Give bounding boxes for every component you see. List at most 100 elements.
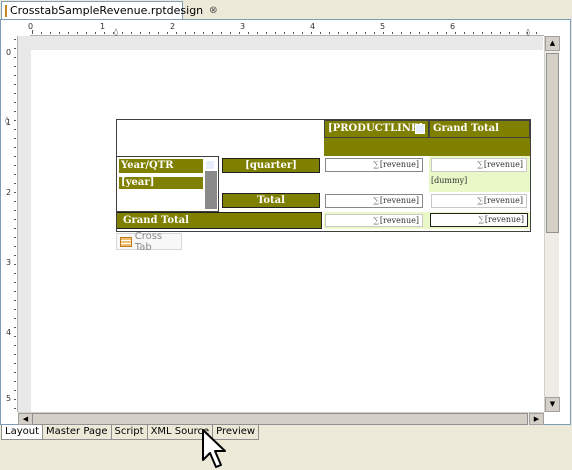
measure-label: [revenue]	[379, 160, 419, 169]
crosstab-chip[interactable]: Cross Tab	[116, 230, 182, 253]
ruler-tick	[14, 336, 16, 337]
grand-total-column-cell[interactable]: Grand Total	[429, 120, 530, 138]
ruler-tick	[14, 390, 16, 391]
ruler-tick	[32, 30, 33, 34]
ruler-tick	[284, 32, 285, 34]
ruler-tick	[113, 32, 114, 34]
ruler-tick	[347, 32, 348, 34]
crosstab[interactable]: [PRODUCTLINE] Grand Total Year/QTR [year…	[116, 119, 531, 232]
ruler-tick	[320, 32, 321, 34]
vertical-scroll-thumb[interactable]	[546, 53, 559, 233]
row-dimension-menu-icon[interactable]	[205, 160, 215, 170]
row-quarter-cell[interactable]: [quarter]	[222, 158, 320, 173]
tab-layout[interactable]: Layout	[1, 425, 43, 440]
ruler-tick	[14, 273, 16, 274]
ruler-tick	[239, 32, 240, 34]
sum-icon: ∑	[478, 215, 484, 224]
row-subtotal-cell[interactable]: Total	[222, 193, 320, 208]
horizontal-scroll-thumb[interactable]	[32, 413, 528, 425]
ruler-tick	[14, 120, 16, 121]
mouse-cursor-icon	[202, 429, 226, 468]
ruler-tick	[14, 57, 16, 58]
subtotal-measure-cell[interactable]: ∑[revenue]	[325, 194, 423, 208]
ruler-tick	[266, 32, 267, 34]
ruler-tick	[14, 264, 16, 265]
ruler-tick	[14, 363, 16, 364]
ruler-tick	[329, 32, 330, 34]
row-dimension-cell[interactable]: Year/QTR [year]	[117, 156, 219, 212]
row-quarter-label: [quarter]	[245, 160, 297, 171]
dummy-label[interactable]: [dummy]	[431, 176, 467, 185]
ruler-tick	[392, 32, 393, 34]
ruler-tick	[95, 32, 96, 34]
row-year-cell[interactable]: [year]	[119, 177, 203, 189]
ruler-tick	[419, 32, 420, 34]
ruler-tick	[14, 129, 16, 130]
ruler-tick	[14, 165, 16, 166]
ruler-tick	[14, 174, 16, 175]
tab-master-page[interactable]: Master Page	[42, 425, 112, 440]
close-tab-icon[interactable]: ⊗	[209, 5, 217, 16]
ruler-tick	[158, 32, 159, 34]
grand-total-row-cell[interactable]: Grand Total	[117, 212, 322, 229]
subtotal-grand-measure-cell[interactable]: ∑[revenue]	[431, 194, 527, 208]
ruler-tick	[374, 32, 375, 34]
scroll-up-icon[interactable]: ▲	[545, 36, 560, 51]
measure-cell[interactable]: ∑[revenue]	[325, 158, 423, 172]
dimension-menu-icon[interactable]	[415, 124, 425, 134]
ruler-tick	[167, 32, 168, 34]
ruler-tick	[536, 32, 537, 34]
row-subtotal-label: Total	[257, 195, 285, 206]
editor-tab[interactable]: CrosstabSampleRevenue.rptdesign ⊗	[1, 1, 218, 19]
ruler-tick	[122, 32, 123, 34]
ruler-tick	[221, 32, 222, 34]
ruler-tick	[14, 255, 16, 256]
ruler-tick	[14, 183, 16, 184]
ruler-tick	[14, 210, 16, 211]
grand-total-corner-measure-cell[interactable]: ∑[revenue]	[430, 213, 528, 227]
ruler-tick	[257, 32, 258, 34]
measure-label: [revenue]	[379, 216, 419, 225]
ruler-tick	[230, 32, 231, 34]
grand-total-column-label: Grand Total	[433, 123, 499, 134]
ruler-tick	[14, 102, 16, 103]
ruler-tick	[14, 309, 16, 310]
scroll-left-icon[interactable]: ◀	[18, 413, 33, 425]
row-dimension-title[interactable]: Year/QTR	[119, 159, 203, 173]
sum-icon: ∑	[477, 160, 483, 169]
ruler-tick	[212, 32, 213, 34]
ruler-tick	[482, 32, 483, 34]
scroll-down-icon[interactable]: ▼	[545, 397, 560, 412]
ruler-tick	[311, 32, 312, 34]
ruler-tick	[14, 147, 16, 148]
ruler-tick	[473, 32, 474, 34]
ruler-tick	[41, 32, 42, 34]
ruler-tick	[149, 32, 150, 34]
row-dimension-scroll-handle[interactable]	[205, 171, 217, 209]
grand-total-row-label: Grand Total	[123, 215, 189, 226]
ruler-tick	[14, 39, 16, 40]
grand-total-row-measure-cell[interactable]: ∑[revenue]	[325, 214, 423, 227]
ruler-tick	[14, 345, 16, 346]
column-dimension-cell[interactable]: [PRODUCTLINE]	[324, 120, 429, 138]
ruler-tick	[365, 32, 366, 34]
ruler-tick	[14, 75, 16, 76]
ruler-tick	[500, 32, 501, 34]
ruler-tick	[140, 32, 141, 34]
ruler-tick	[491, 32, 492, 34]
editor-tab-label: CrosstabSampleRevenue.rptdesign	[10, 4, 204, 17]
report-file-icon	[5, 4, 7, 17]
vertical-scrollbar[interactable]: ▲ ▼	[544, 36, 560, 412]
ruler-tick	[14, 228, 16, 229]
crosstab-chip-label: Cross Tab	[134, 230, 163, 253]
tab-script[interactable]: Script	[110, 425, 148, 440]
ruler-tick	[68, 32, 69, 34]
ruler-tick	[14, 354, 16, 355]
scroll-right-icon[interactable]: ▶	[529, 413, 544, 425]
column-header-band	[324, 138, 530, 156]
grand-total-measure-cell[interactable]: ∑[revenue]	[431, 158, 527, 172]
ruler-tick	[293, 32, 294, 34]
horizontal-scrollbar[interactable]: ◀ ▶	[18, 412, 544, 425]
ruler-tick	[14, 48, 16, 49]
ruler-tick	[302, 32, 303, 34]
